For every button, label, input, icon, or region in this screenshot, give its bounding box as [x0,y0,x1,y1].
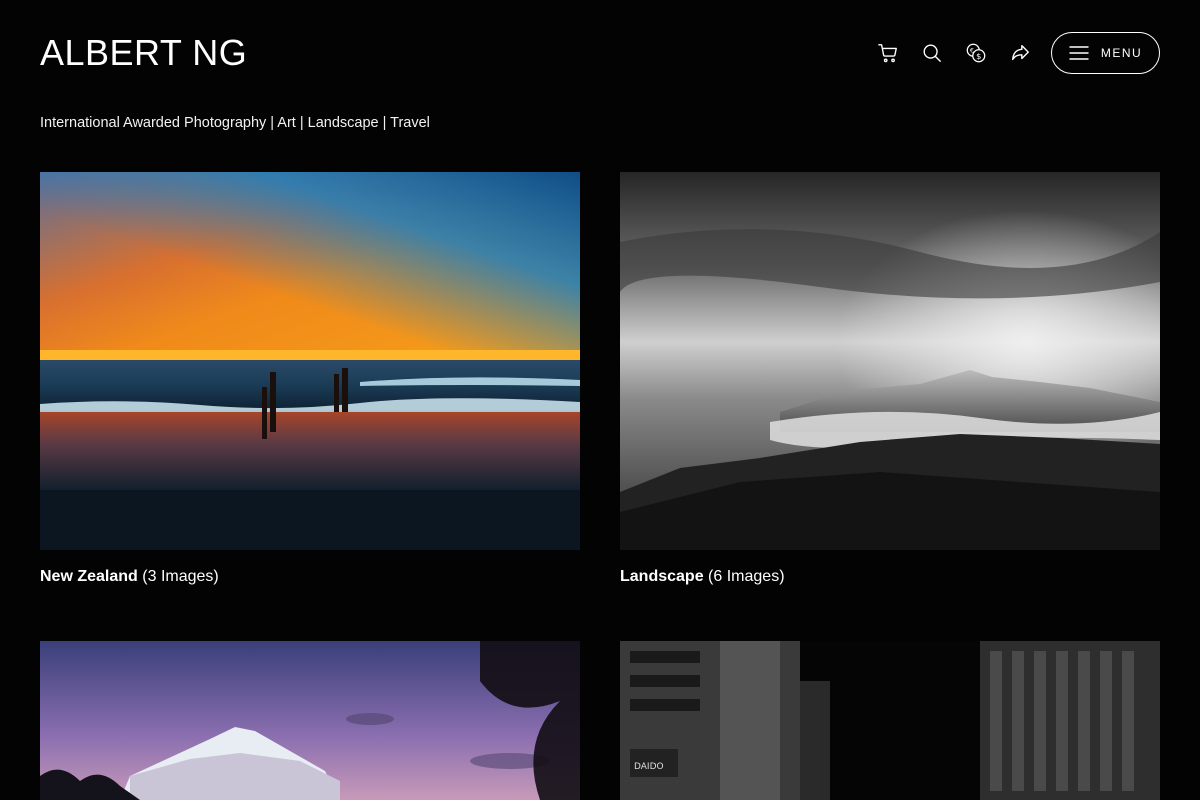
search-icon [923,44,941,62]
gallery-caption[interactable]: New Zealand (3 Images) [40,567,580,587]
gallery-thumbnail[interactable] [40,172,580,550]
gallery-card-4[interactable]: DAIDO [620,641,1160,800]
city-street-image: DAIDO [620,641,1160,800]
mount-fuji-image [40,641,580,800]
site-tagline: International Awarded Photography | Art … [40,115,430,131]
gallery-card-landscape[interactable]: Landscape (6 Images) [620,172,1160,587]
header-toolbar: $ € MENU [866,32,1160,74]
sign-text-image: DAIDO [634,762,664,772]
gallery-count: (6 Images) [708,568,785,585]
gallery-thumbnail[interactable] [40,641,580,800]
gallery-thumbnail[interactable]: DAIDO [620,641,1160,800]
gallery-title: New Zealand [40,568,138,585]
cart-icon [878,44,897,63]
svg-text:$: $ [976,51,981,61]
cart-button[interactable] [866,32,910,74]
gallery-thumbnail[interactable] [620,172,1160,550]
hamburger-icon [1069,46,1089,60]
gallery-count: (3 Images) [142,568,219,585]
site-title[interactable]: ALBERT NG [40,31,247,75]
share-icon [1011,44,1029,61]
currency-icon: $ € [966,43,986,63]
svg-text:€: € [970,46,974,54]
share-button[interactable] [998,32,1042,74]
search-button[interactable] [910,32,954,74]
sunset-seascape-image [40,172,580,550]
gallery-card-3[interactable] [40,641,580,800]
bw-mountain-image [620,172,1160,550]
gallery-card-new-zealand[interactable]: New Zealand (3 Images) [40,172,580,587]
currency-button[interactable]: $ € [954,32,998,74]
gallery-caption[interactable]: Landscape (6 Images) [620,567,1160,587]
menu-button[interactable]: MENU [1051,32,1160,74]
gallery-title: Landscape [620,568,704,585]
menu-label: MENU [1100,46,1143,60]
